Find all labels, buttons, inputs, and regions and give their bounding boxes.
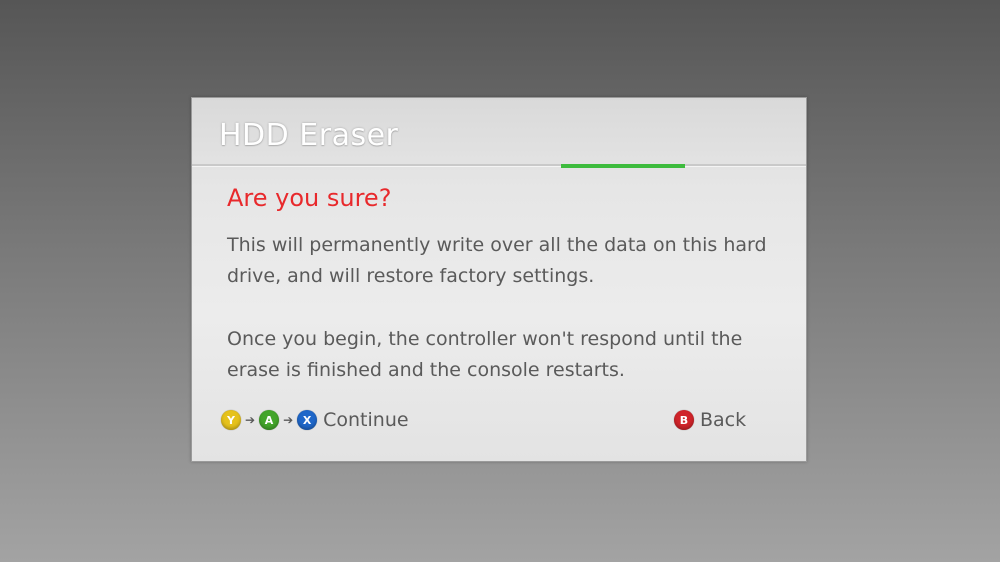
b-button-icon: B (674, 410, 694, 430)
warning-paragraph-2: Once you begin, the controller won't res… (227, 328, 743, 381)
title-divider (192, 164, 806, 167)
back-action[interactable]: B Back (674, 406, 746, 434)
a-button-icon: A (259, 410, 280, 430)
progress-indicator (561, 164, 685, 168)
arrow-right-icon: ➔ (283, 413, 294, 427)
y-button-icon: Y (221, 410, 241, 430)
continue-label[interactable]: Continue (323, 409, 408, 431)
continue-action[interactable]: Y ➔ A ➔ X Continue (221, 406, 409, 434)
x-button-icon: X (297, 410, 318, 430)
dialog-title: HDD Eraser (219, 118, 399, 153)
warning-heading: Are you sure? (227, 184, 392, 212)
hdd-eraser-dialog: HDD Eraser Are you sure? This will perma… (191, 97, 807, 462)
warning-paragraph-1: This will permanently write over all the… (227, 234, 767, 287)
back-label[interactable]: Back (700, 409, 746, 431)
arrow-right-icon: ➔ (245, 413, 256, 427)
